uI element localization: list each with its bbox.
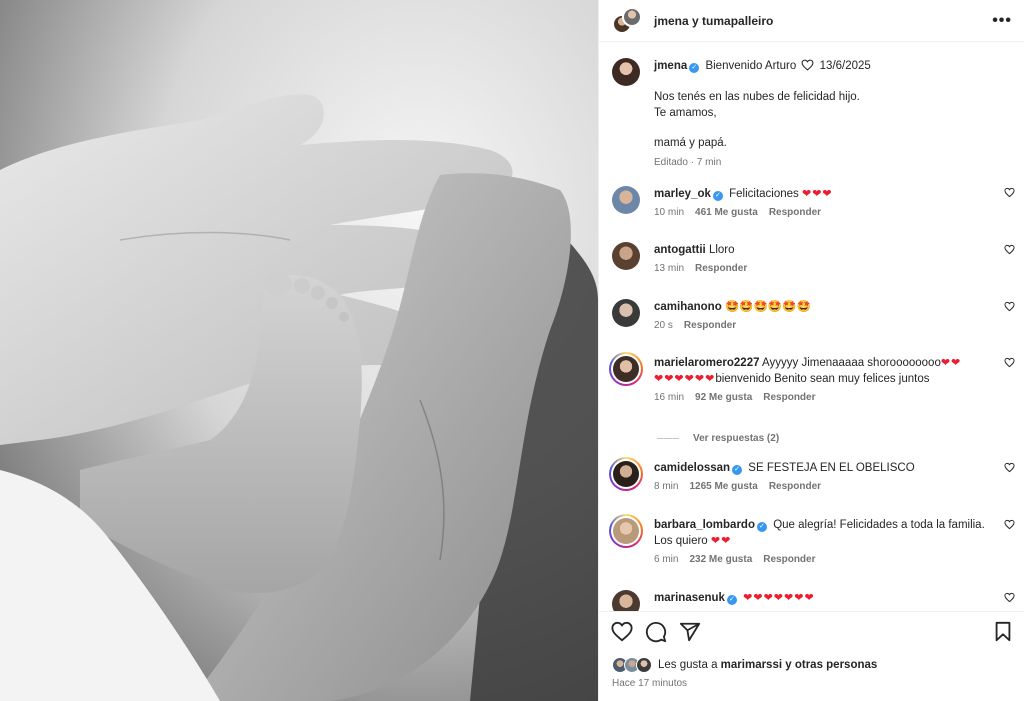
- comment: antogattii Lloro 13 min Responder: [599, 242, 1024, 299]
- heart-icon[interactable]: [611, 621, 633, 643]
- reply-button[interactable]: Responder: [695, 263, 747, 274]
- view-replies-button[interactable]: Ver respuestas (2): [599, 433, 1024, 444]
- comment-username[interactable]: antogattii: [654, 244, 706, 256]
- caption-line: mamá y papá.: [654, 137, 727, 149]
- avatar[interactable]: [609, 514, 643, 548]
- caption-date: 13/6/2025: [819, 60, 871, 72]
- post-timestamp: Hace 17 minutos: [612, 678, 688, 689]
- verified-badge-icon: ✓: [712, 191, 723, 201]
- reply-button[interactable]: Responder: [769, 481, 821, 492]
- comment-likes[interactable]: 92 Me gusta: [695, 392, 752, 403]
- likes-suffix[interactable]: y otras personas: [785, 659, 877, 671]
- comment-text: SE FESTEJA EN EL OBELISCO: [748, 462, 915, 474]
- post-author-title[interactable]: jmena y tumapalleiro: [654, 14, 992, 28]
- comment-time: 6 min: [654, 554, 679, 565]
- liker-avatars: [612, 657, 656, 673]
- comment-text: Que alegría! Felicidades a toda la famil…: [773, 519, 985, 531]
- comment: marielaromero2227 Ayyyyy Jimenaaaaa shor…: [599, 352, 1024, 417]
- comment-emoji: 🤩🤩🤩🤩🤩🤩: [724, 301, 811, 313]
- comment-emoji: ❤❤: [710, 535, 732, 547]
- comment-like-heart-icon[interactable]: [1004, 592, 1015, 603]
- comment-username[interactable]: marinasenuk: [654, 592, 725, 604]
- comment-time: 20 s: [654, 320, 673, 331]
- comment-like-heart-icon[interactable]: [1004, 301, 1015, 312]
- comment-username[interactable]: camihanono: [654, 301, 722, 313]
- comment-username[interactable]: camidelossan: [654, 462, 730, 474]
- comment-likes[interactable]: 461 Me gusta: [695, 207, 758, 218]
- avatar[interactable]: [612, 242, 640, 270]
- post-photo[interactable]: [0, 0, 598, 701]
- comment-time: 10 min: [654, 207, 685, 218]
- avatar[interactable]: [612, 590, 640, 611]
- comment-text: Ayyyyy Jimenaaaaa shoroooooooo: [762, 357, 941, 369]
- likes-prefix: Les gusta a: [658, 659, 718, 671]
- comments-list[interactable]: jmena ✓ Bienvenido Arturo 13/6/2025 Nos t…: [599, 42, 1024, 611]
- reply-button[interactable]: Responder: [763, 392, 815, 403]
- comment-time: 8 min: [654, 481, 679, 492]
- comment-emoji: ❤❤: [940, 357, 962, 369]
- more-options-icon[interactable]: •••: [992, 12, 1012, 30]
- caption-username[interactable]: jmena: [654, 60, 687, 72]
- comment: camidelossan ✓ SE FESTEJA EN EL OBELISCO …: [599, 457, 1024, 517]
- comment-like-heart-icon[interactable]: [1004, 519, 1015, 530]
- comment: barbara_lombardo ✓ Que alegría! Felicidad…: [599, 514, 1024, 590]
- verified-badge-icon: ✓: [732, 465, 743, 475]
- avatar[interactable]: [612, 186, 640, 214]
- comment-text: Los quiero: [654, 535, 708, 547]
- view-replies-label: Ver respuestas (2): [693, 433, 780, 444]
- collab-avatars[interactable]: [612, 6, 642, 35]
- verified-badge-icon: ✓: [756, 522, 767, 532]
- post-actions: [599, 611, 1024, 651]
- post-header: jmena y tumapalleiro •••: [599, 0, 1024, 42]
- comment-like-heart-icon[interactable]: [1004, 244, 1015, 255]
- photo-hands-and-baby-foot: [0, 0, 598, 701]
- comment-text: Lloro: [708, 244, 735, 256]
- comment-username[interactable]: marielaromero2227: [654, 357, 759, 369]
- bookmark-icon[interactable]: [992, 621, 1014, 643]
- comment-likes[interactable]: 1265 Me gusta: [689, 481, 757, 492]
- verified-badge-icon: ✓: [689, 63, 700, 73]
- caption-line: Nos tenés en las nubes de felicidad hijo…: [654, 91, 860, 103]
- comment-time: 13 min: [654, 263, 685, 274]
- comment-time: 16 min: [654, 392, 685, 403]
- comment: camihanono 🤩🤩🤩🤩🤩🤩 20 s Responder: [599, 299, 1024, 355]
- heart-outline-icon: [801, 59, 814, 76]
- verified-badge-icon: ✓: [726, 595, 737, 605]
- comment-like-heart-icon[interactable]: [1004, 357, 1015, 368]
- comment-like-heart-icon[interactable]: [1004, 462, 1015, 473]
- caption-title: Bienvenido Arturo: [705, 60, 797, 72]
- comment-emoji: ❤❤❤❤❤❤❤: [743, 592, 815, 604]
- comment: marinasenuk ✓ ❤❤❤❤❤❤❤: [599, 590, 1024, 611]
- avatar[interactable]: [609, 352, 643, 386]
- reply-button[interactable]: Responder: [769, 207, 821, 218]
- post-side-panel: jmena y tumapalleiro ••• jmena ✓ Bienveni…: [598, 0, 1024, 701]
- comment-likes[interactable]: 232 Me gusta: [689, 554, 752, 565]
- reply-button[interactable]: Responder: [763, 554, 815, 565]
- comment-username[interactable]: marley_ok: [654, 188, 711, 200]
- avatar[interactable]: [609, 457, 643, 491]
- comment: marley_ok ✓ Felicitaciones ❤❤❤ 10 min 461…: [599, 185, 1024, 242]
- likes-summary[interactable]: Les gusta a marimarssi y otras personas: [599, 651, 1024, 673]
- comment-icon[interactable]: [645, 621, 667, 643]
- caption-line: Te amamos,: [654, 107, 717, 119]
- comment-text: bienvenido Benito sean muy felices junto…: [715, 373, 930, 385]
- paper-plane-icon[interactable]: [679, 621, 701, 643]
- comment-emoji: ❤❤❤: [801, 188, 833, 200]
- reply-button[interactable]: Responder: [684, 320, 736, 331]
- likes-user[interactable]: marimarssi: [721, 659, 782, 671]
- caption: jmena ✓ Bienvenido Arturo 13/6/2025 Nos t…: [599, 42, 1024, 185]
- comment-text: Felicitaciones: [729, 188, 799, 200]
- post-viewer: jmena y tumapalleiro ••• jmena ✓ Bienveni…: [0, 0, 1024, 701]
- divider: [657, 438, 679, 439]
- caption-edited: Editado · 7 min: [654, 157, 722, 168]
- avatar[interactable]: [612, 299, 640, 327]
- avatar[interactable]: [612, 58, 640, 86]
- comment-emoji: ❤❤❤❤❤❤: [654, 373, 716, 385]
- comment-username[interactable]: barbara_lombardo: [654, 519, 755, 531]
- comment-like-heart-icon[interactable]: [1004, 187, 1015, 198]
- avatar: [622, 6, 642, 27]
